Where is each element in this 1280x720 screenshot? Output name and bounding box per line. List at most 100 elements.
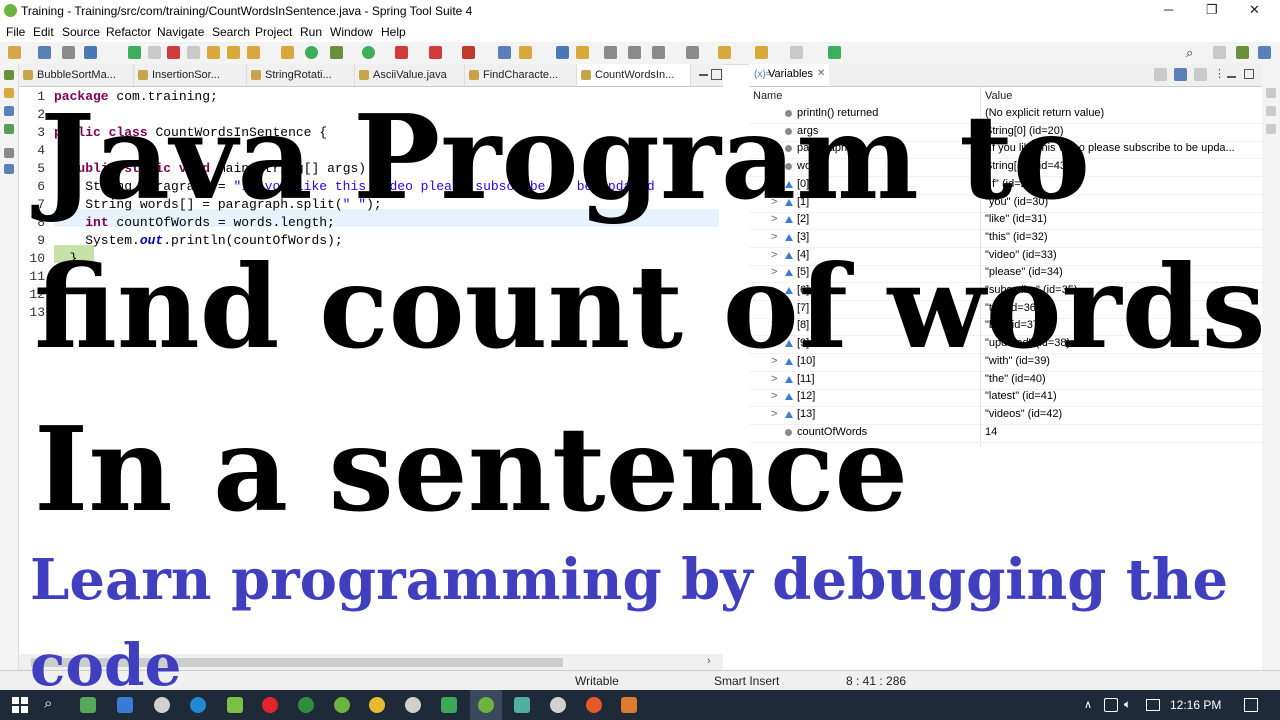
tab-countwords[interactable]: CountWordsIn...	[577, 64, 691, 86]
stop-icon[interactable]	[429, 46, 442, 59]
terminate-icon[interactable]	[167, 46, 180, 59]
tab-bubblesort[interactable]: BubbleSortMa...	[19, 64, 134, 86]
keyboard-icon[interactable]	[1146, 699, 1160, 711]
next-annotation-icon[interactable]	[556, 46, 569, 59]
menu-refactor[interactable]: Refactor	[106, 25, 151, 39]
notepad-icon[interactable]	[80, 697, 96, 713]
edge-icon[interactable]	[190, 697, 206, 713]
package-explorer-icon[interactable]	[4, 88, 14, 98]
minimize-editor-icon[interactable]	[699, 74, 708, 76]
drop-to-frame-icon[interactable]	[281, 46, 294, 59]
restore-right-view-icon[interactable]	[1266, 88, 1276, 98]
open-type-icon[interactable]	[519, 46, 532, 59]
menu-file[interactable]: File	[6, 25, 25, 39]
breakpoints-icon[interactable]	[1266, 106, 1276, 116]
maximize-editor-icon[interactable]	[711, 69, 722, 80]
variable-value: "videos" (id=42)	[985, 407, 1063, 420]
maximize-view-icon[interactable]	[1244, 69, 1254, 79]
notifications-icon[interactable]	[1244, 698, 1258, 712]
app-icon[interactable]	[441, 697, 457, 713]
save-icon[interactable]	[38, 46, 51, 59]
tab-findcharacter[interactable]: FindCharacte...	[465, 64, 577, 86]
previous-edit-icon[interactable]	[686, 46, 699, 59]
scroll-right-icon[interactable]: ›	[707, 655, 711, 667]
settings-icon[interactable]	[405, 697, 421, 713]
tab-stringrotation[interactable]: StringRotati...	[247, 64, 355, 86]
view-menu-icon[interactable]: ⋮	[1214, 67, 1225, 80]
spring-tool-suite-icon[interactable]	[334, 697, 350, 713]
new-icon[interactable]	[8, 46, 21, 59]
outline-icon[interactable]	[4, 106, 14, 116]
tab-variables[interactable]: (x)= Variables ✕	[749, 64, 829, 86]
external-tools-icon[interactable]	[462, 46, 475, 59]
spring-tool-suite-icon[interactable]	[478, 697, 494, 713]
run-icon[interactable]	[362, 46, 375, 59]
taskbar-clock[interactable]: 12:16 PM	[1170, 698, 1221, 712]
servers-icon[interactable]	[4, 124, 14, 134]
coverage-icon[interactable]	[395, 46, 408, 59]
minimize-view-icon[interactable]	[1227, 76, 1236, 78]
java-file-icon	[469, 70, 479, 80]
debug-perspective-icon[interactable]	[1236, 46, 1249, 59]
java-perspective-icon[interactable]	[1258, 46, 1271, 59]
open-perspective-icon[interactable]	[828, 46, 841, 59]
app-icon[interactable]	[514, 697, 530, 713]
new-java-class-icon[interactable]	[498, 46, 511, 59]
debug-icon[interactable]	[330, 46, 343, 59]
tab-insertionsort[interactable]: InsertionSor...	[134, 64, 247, 86]
step-return-icon[interactable]	[247, 46, 260, 59]
step-over-icon[interactable]	[227, 46, 240, 59]
app-icon[interactable]	[117, 697, 133, 713]
app-icon[interactable]	[586, 697, 602, 713]
app-icon[interactable]	[154, 697, 170, 713]
pin-icon[interactable]	[790, 46, 803, 59]
app-icon[interactable]	[227, 697, 243, 713]
minimize-button[interactable]: ─	[1164, 2, 1173, 17]
menu-window[interactable]: Window	[330, 25, 373, 39]
close-tab-icon[interactable]: ✕	[817, 68, 825, 79]
opera-icon[interactable]	[262, 697, 278, 713]
perspective-icon[interactable]	[1213, 46, 1226, 59]
show-type-names-icon[interactable]	[1154, 68, 1167, 81]
forward-icon[interactable]	[755, 46, 768, 59]
restore-button[interactable]: ❐	[1206, 2, 1218, 18]
toggle-block-selection-icon[interactable]	[604, 46, 617, 59]
chrome-icon[interactable]	[369, 697, 385, 713]
system-tray-chevron-icon[interactable]: ∧	[1084, 698, 1092, 711]
resume-icon[interactable]	[128, 46, 141, 59]
search-icon[interactable]: ⌕	[1186, 45, 1193, 61]
volume-icon[interactable]: 🔈︎	[1124, 697, 1131, 712]
menu-navigate[interactable]: Navigate	[157, 25, 204, 39]
menu-search[interactable]: Search	[212, 25, 250, 39]
save-all-icon[interactable]	[62, 46, 75, 59]
open-console-icon[interactable]	[84, 46, 97, 59]
menu-source[interactable]: Source	[62, 25, 100, 39]
app-icon[interactable]	[550, 697, 566, 713]
menu-run[interactable]: Run	[300, 25, 322, 39]
menu-edit[interactable]: Edit	[33, 25, 54, 39]
close-button[interactable]: ✕	[1249, 2, 1260, 18]
tab-asciivalue[interactable]: AsciiValue.java	[355, 64, 465, 86]
start-icon[interactable]	[12, 697, 28, 713]
minimize-stack-icon[interactable]	[4, 148, 14, 158]
app-icon[interactable]	[621, 697, 637, 713]
menu-help[interactable]: Help	[381, 25, 406, 39]
disconnect-icon[interactable]	[187, 46, 200, 59]
expressions-icon[interactable]	[1266, 124, 1276, 134]
expand-toggle-icon[interactable]: >	[771, 373, 777, 385]
show-whitespace-icon[interactable]	[628, 46, 641, 59]
network-icon[interactable]	[1104, 698, 1118, 712]
console-icon[interactable]	[4, 164, 14, 174]
restore-view-icon[interactable]	[4, 70, 14, 80]
back-icon[interactable]	[718, 46, 731, 59]
show-logical-structure-icon[interactable]	[1174, 68, 1187, 81]
spring-boot-icon[interactable]	[305, 46, 318, 59]
suspend-icon[interactable]	[148, 46, 161, 59]
next-edit-icon[interactable]	[652, 46, 665, 59]
expand-toggle-icon[interactable]: >	[771, 390, 777, 402]
app-icon[interactable]	[298, 697, 314, 713]
collapse-all-icon[interactable]	[1194, 68, 1207, 81]
toggle-mark-occurrences-icon[interactable]	[576, 46, 589, 59]
step-into-icon[interactable]	[207, 46, 220, 59]
menu-project[interactable]: Project	[255, 25, 292, 39]
